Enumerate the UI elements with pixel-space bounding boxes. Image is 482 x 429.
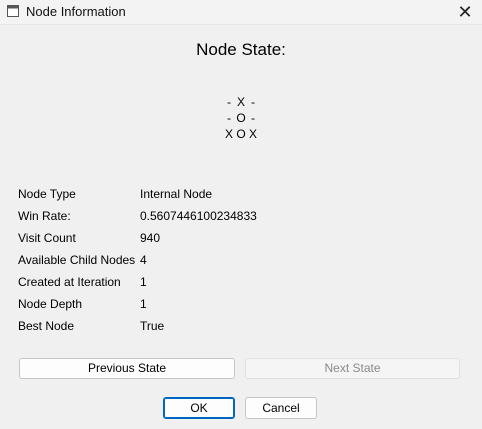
board-row: X O X [223, 126, 259, 142]
board-row: - O - [223, 110, 259, 126]
board-cell: X [224, 127, 233, 141]
ok-button[interactable]: OK [163, 397, 235, 419]
info-row-node-type: Node Type Internal Node [18, 183, 257, 205]
info-row-created-at-iteration: Created at Iteration 1 [18, 271, 257, 293]
window-title: Node Information [26, 4, 126, 19]
board-cell: - [227, 95, 231, 109]
info-value: 1 [140, 275, 147, 289]
board-cell: X [248, 127, 257, 141]
board-cell: O [236, 111, 246, 125]
info-row-best-node: Best Node True [18, 315, 257, 337]
info-row-visit-count: Visit Count 940 [18, 227, 257, 249]
info-row-available-child-nodes: Available Child Nodes 4 [18, 249, 257, 271]
info-row-win-rate: Win Rate: 0.5607446100234833 [18, 205, 257, 227]
info-value: Internal Node [140, 187, 213, 201]
node-state-heading: Node State: [196, 40, 286, 59]
title-bar: Node Information ✕ [0, 0, 482, 25]
info-value: 1 [140, 297, 147, 311]
info-value: 4 [140, 253, 147, 267]
board-cell: X [236, 95, 245, 109]
board-cell: - [251, 95, 255, 109]
info-value: True [140, 319, 165, 333]
info-label: Visit Count [18, 231, 76, 245]
board-row: - X - [223, 94, 259, 110]
close-icon[interactable]: ✕ [454, 1, 476, 23]
info-label: Created at Iteration [18, 275, 121, 289]
board-cell: - [251, 111, 255, 125]
window-icon [7, 5, 19, 17]
info-value: 0.5607446100234833 [140, 209, 257, 223]
tic-tac-toe-board: - X - - O - X O X [0, 94, 482, 142]
next-state-button[interactable]: Next State [245, 358, 460, 379]
board-cell: O [236, 127, 246, 141]
cancel-button[interactable]: Cancel [245, 397, 317, 419]
info-label: Best Node [18, 319, 75, 333]
info-label: Node Type [18, 187, 76, 201]
info-value: 940 [140, 231, 161, 245]
info-label: Win Rate: [18, 209, 71, 223]
previous-state-button[interactable]: Previous State [19, 358, 235, 379]
node-info-list: Node Type Internal Node Win Rate: 0.5607… [18, 183, 257, 337]
info-label: Available Child Nodes [18, 253, 136, 267]
info-row-node-depth: Node Depth 1 [18, 293, 257, 315]
info-label: Node Depth [18, 297, 83, 311]
board-cell: - [227, 111, 231, 125]
